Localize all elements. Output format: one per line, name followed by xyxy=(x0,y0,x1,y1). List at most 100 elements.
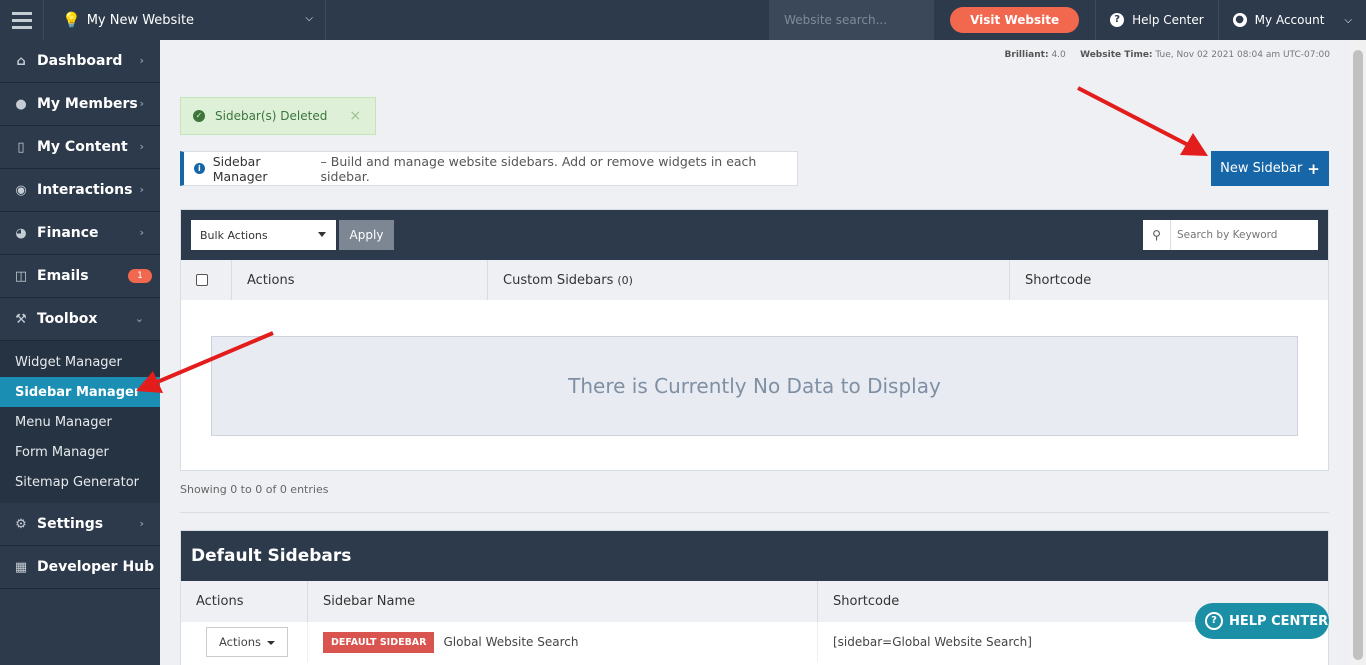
submenu-sitemap-generator[interactable]: Sitemap Generator xyxy=(0,467,160,497)
time-value: Tue, Nov 02 2021 08:04 am UTC-07:00 xyxy=(1155,50,1330,60)
question-icon: ? xyxy=(1110,13,1125,27)
submenu-form-manager[interactable]: Form Manager xyxy=(0,437,160,467)
keyword-search: ⚲ xyxy=(1143,220,1318,250)
col-custom-sidebars: Custom Sidebars (0) xyxy=(488,260,1010,300)
inbox-icon: ◫ xyxy=(14,268,28,284)
top-bar: 💡 My New Website ⌵ Visit Website ? Help … xyxy=(0,0,1366,40)
keyword-search-input[interactable] xyxy=(1171,229,1311,241)
sidebar-item-emails[interactable]: ◫ Emails 1 xyxy=(0,255,160,298)
chevron-right-icon: › xyxy=(139,517,144,530)
default-sidebars-panel: Default Sidebars Actions Sidebar Name Sh… xyxy=(180,530,1329,665)
website-search-input[interactable] xyxy=(784,13,925,27)
row-actions-label: Actions xyxy=(219,635,262,649)
scrollbar-thumb[interactable] xyxy=(1353,50,1363,660)
caret-down-icon xyxy=(318,232,326,237)
help-center-label: Help Center xyxy=(1132,13,1204,27)
info-icon: i xyxy=(194,163,205,174)
col-custom-label: Custom Sidebars xyxy=(503,272,614,288)
sidebar-item-label: My Content xyxy=(37,139,128,155)
col-actions: Actions xyxy=(181,581,308,622)
sidebar-item-my-members[interactable]: ● My Members › xyxy=(0,83,160,126)
users-icon: ● xyxy=(15,96,27,112)
sidebar-item-label: Emails xyxy=(37,268,89,284)
sidebar-item-label: My Members xyxy=(37,96,138,112)
name-cell: DEFAULT SIDEBAR Global Website Search xyxy=(308,622,818,662)
chevron-down-icon: ⌵ xyxy=(1344,14,1352,26)
apply-button[interactable]: Apply xyxy=(339,220,394,250)
sidebar-name: Global Website Search xyxy=(443,635,579,649)
sidebar-item-label: Developer Hub xyxy=(37,559,155,575)
menu-toggle-button[interactable] xyxy=(0,0,44,40)
sidebar-item-developer-hub[interactable]: ▦ Developer Hub xyxy=(0,546,160,589)
site-meta: Brilliant: 4.0 Website Time: Tue, Nov 02… xyxy=(1005,50,1330,60)
help-center-floating-button[interactable]: ? HELP CENTER xyxy=(1195,603,1329,639)
alert-text: Sidebar(s) Deleted xyxy=(215,109,328,123)
new-sidebar-button[interactable]: New Sidebar + xyxy=(1211,151,1329,186)
info-box: i Sidebar Manager – Build and manage web… xyxy=(180,151,798,186)
visit-website-button[interactable]: Visit Website xyxy=(950,7,1080,33)
sidebar-item-toolbox[interactable]: ⚒ Toolbox ⌄ xyxy=(0,298,160,341)
sidebar-item-label: Toolbox xyxy=(37,311,98,327)
hamburger-icon xyxy=(11,10,32,31)
chevron-right-icon: › xyxy=(139,140,144,153)
close-icon[interactable]: × xyxy=(349,108,361,124)
sidebar-item-label: Dashboard xyxy=(37,53,123,69)
empty-state: There is Currently No Data to Display xyxy=(211,336,1298,436)
check-circle-icon: ✓ xyxy=(193,110,205,122)
version-label: Brilliant: xyxy=(1004,50,1049,60)
toolbox-submenu: Widget Manager Sidebar Manager Menu Mana… xyxy=(0,341,160,503)
website-selector[interactable]: 💡 My New Website ⌵ xyxy=(44,0,326,40)
question-icon: ? xyxy=(1205,612,1223,630)
caret-down-icon xyxy=(267,641,275,645)
sidebar-item-my-content[interactable]: ▯ My Content › xyxy=(0,126,160,169)
page-scrollbar[interactable] xyxy=(1350,40,1366,665)
site-name: My New Website xyxy=(86,12,195,28)
bulk-actions-select[interactable]: Bulk Actions xyxy=(191,220,336,250)
website-search xyxy=(769,0,935,40)
info-text: – Build and manage website sidebars. Add… xyxy=(320,153,757,184)
sidebar-item-label: Finance xyxy=(37,225,99,241)
sidebar: ⌂ Dashboard › ● My Members › ▯ My Conten… xyxy=(0,40,160,665)
user-icon: ● xyxy=(1232,13,1247,27)
pie-chart-icon: ◕ xyxy=(15,225,27,241)
select-all-checkbox[interactable] xyxy=(196,274,208,286)
chevron-right-icon: › xyxy=(139,97,144,110)
help-center-pill-label: HELP CENTER xyxy=(1229,613,1329,629)
home-icon: ⌂ xyxy=(16,53,26,69)
submenu-menu-manager[interactable]: Menu Manager xyxy=(0,407,160,437)
comments-icon: ◉ xyxy=(15,182,27,198)
new-sidebar-label: New Sidebar xyxy=(1220,161,1303,176)
version-value: 4.0 xyxy=(1051,50,1066,60)
plus-icon: + xyxy=(1307,159,1320,178)
select-all-cell xyxy=(181,260,232,300)
main-content: Brilliant: 4.0 Website Time: Tue, Nov 02… xyxy=(160,40,1350,665)
my-account-menu[interactable]: ● My Account ⌵ xyxy=(1217,0,1366,40)
sidebar-item-finance[interactable]: ◕ Finance › xyxy=(0,212,160,255)
chevron-right-icon: › xyxy=(139,54,144,67)
chevron-right-icon: › xyxy=(139,183,144,196)
divider xyxy=(180,512,1329,513)
sidebar-item-interactions[interactable]: ◉ Interactions › xyxy=(0,169,160,212)
entries-info: Showing 0 to 0 of 0 entries xyxy=(180,483,329,496)
actions-cell: Actions xyxy=(181,622,308,662)
search-icon: ⚲ xyxy=(1143,220,1171,250)
custom-count: (0) xyxy=(617,273,633,287)
default-sidebar-badge: DEFAULT SIDEBAR xyxy=(323,631,435,653)
gear-icon: ⚙ xyxy=(15,516,27,532)
wrench-icon: ⚒ xyxy=(15,311,27,327)
col-sidebar-name: Sidebar Name xyxy=(308,581,818,622)
table-row: Actions DEFAULT SIDEBAR Global Website S… xyxy=(181,622,1328,662)
my-account-label: My Account xyxy=(1254,13,1325,27)
chevron-down-icon: ⌄ xyxy=(134,312,144,325)
info-title: Sidebar Manager xyxy=(212,153,268,184)
sidebar-item-settings[interactable]: ⚙ Settings › xyxy=(0,503,160,546)
default-table-header: Actions Sidebar Name Shortcode xyxy=(181,581,1328,622)
lightbulb-icon: 💡 xyxy=(62,11,81,29)
sidebar-item-dashboard[interactable]: ⌂ Dashboard › xyxy=(0,40,160,83)
submenu-widget-manager[interactable]: Widget Manager xyxy=(0,347,160,377)
row-actions-dropdown[interactable]: Actions xyxy=(206,627,288,657)
submenu-sidebar-manager[interactable]: Sidebar Manager xyxy=(0,377,160,407)
help-center-link[interactable]: ? Help Center xyxy=(1095,0,1218,40)
time-label: Website Time: xyxy=(1080,50,1153,60)
chevron-down-icon: ⌵ xyxy=(305,13,313,24)
